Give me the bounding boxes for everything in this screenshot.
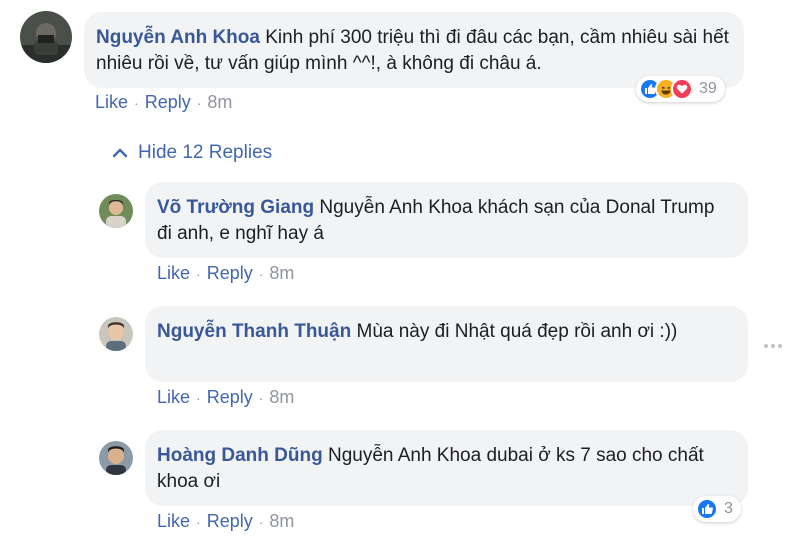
reply-link[interactable]: Reply xyxy=(207,387,253,407)
hide-replies-label: Hide 12 Replies xyxy=(138,142,273,163)
reply-author[interactable]: Võ Trường Giang xyxy=(157,197,314,218)
reply-link[interactable]: Reply xyxy=(145,92,191,112)
separator-dot: · xyxy=(196,514,201,530)
like-link[interactable]: Like xyxy=(157,263,190,283)
comment-reactions[interactable]: 39 xyxy=(636,76,725,102)
timestamp[interactable]: 8m xyxy=(269,263,294,283)
reply-author[interactable]: Hoàng Danh Dũng xyxy=(157,445,323,466)
like-link[interactable]: Like xyxy=(157,387,190,407)
separator-dot: · xyxy=(258,390,264,406)
love-icon xyxy=(671,78,693,100)
avatar-nguyen-anh-khoa[interactable] xyxy=(20,11,72,63)
like-icon xyxy=(696,498,718,520)
like-link[interactable]: Like xyxy=(157,511,190,531)
avatar-nguyen-thanh-thuan[interactable] xyxy=(99,317,133,351)
chevron-up-icon xyxy=(112,148,128,158)
reaction-count: 3 xyxy=(724,500,733,517)
timestamp[interactable]: 8m xyxy=(207,92,232,112)
timestamp[interactable]: 8m xyxy=(269,511,294,531)
reply-link[interactable]: Reply xyxy=(207,511,253,531)
separator-dot: · xyxy=(258,514,264,530)
separator-dot: · xyxy=(134,95,139,111)
separator-dot: · xyxy=(196,266,201,282)
reply-bubble: Nguyễn Thanh Thuận Mùa này đi Nhật quá đ… xyxy=(145,306,748,382)
separator-dot: · xyxy=(258,266,264,282)
avatar-vo-truong-giang[interactable] xyxy=(99,194,133,228)
separator-dot: · xyxy=(196,390,201,406)
reply-actions: Like · Reply · 8m xyxy=(157,263,294,284)
hide-replies-toggle[interactable]: Hide 12 Replies xyxy=(112,142,272,164)
timestamp[interactable]: 8m xyxy=(269,387,294,407)
reply-reactions[interactable]: 3 xyxy=(693,496,741,522)
reply-actions: Like · Reply · 8m xyxy=(157,387,294,408)
comment-actions: Like · Reply · 8m xyxy=(95,92,232,113)
reply-bubble: Võ Trường Giang Nguyễn Anh Khoa khách sạ… xyxy=(145,182,748,258)
separator-dot: · xyxy=(196,95,202,111)
reply-link[interactable]: Reply xyxy=(207,263,253,283)
reaction-count: 39 xyxy=(699,80,717,97)
reply-text: Mùa này đi Nhật quá đẹp rồi anh ơi :)) xyxy=(356,321,678,342)
reply-actions: Like · Reply · 8m xyxy=(157,511,294,532)
comment-author[interactable]: Nguyễn Anh Khoa xyxy=(96,27,260,48)
avatar-hoang-danh-dung[interactable] xyxy=(99,441,133,475)
more-options-icon[interactable] xyxy=(764,344,782,348)
like-link[interactable]: Like xyxy=(95,92,128,112)
reply-author[interactable]: Nguyễn Thanh Thuận xyxy=(157,321,351,342)
reply-bubble: Hoàng Danh Dũng Nguyễn Anh Khoa dubai ở … xyxy=(145,430,748,506)
